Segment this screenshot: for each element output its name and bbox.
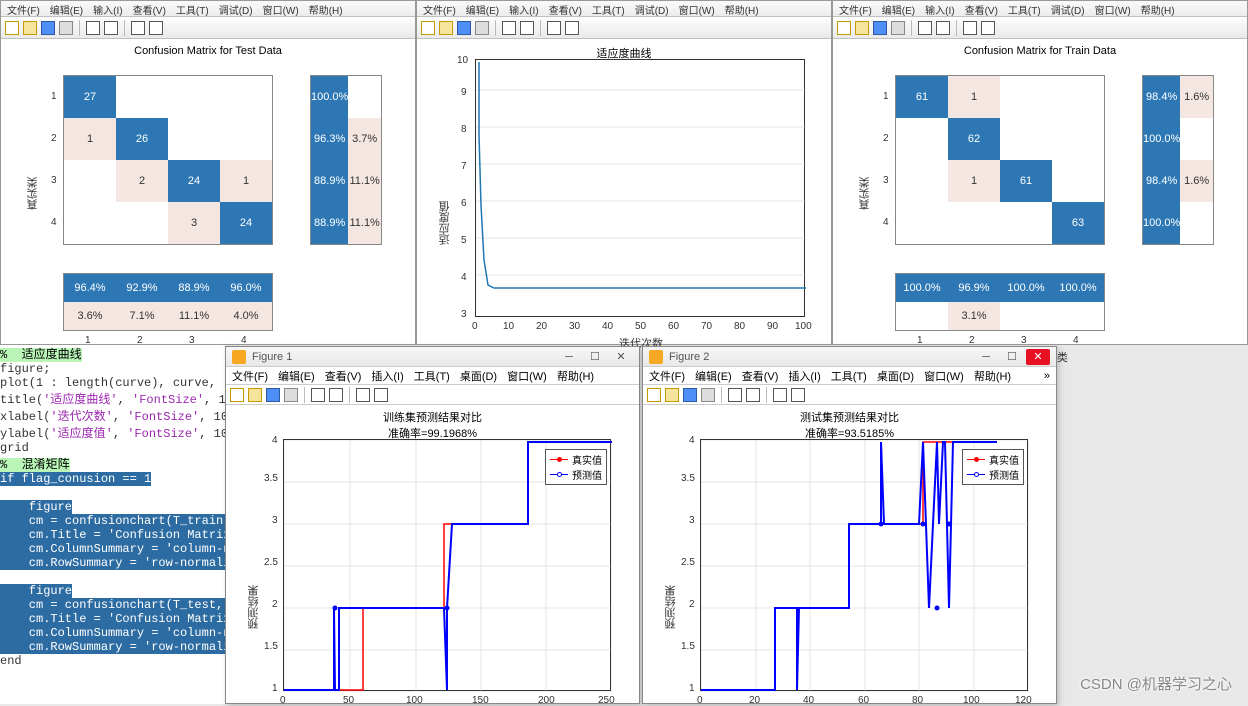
code-editor[interactable]: % 适应度曲线 figure; plot(1 : length(curve), … (0, 345, 225, 704)
matlab-icon (232, 350, 246, 364)
new-icon[interactable] (647, 388, 661, 402)
open-icon[interactable] (439, 21, 453, 35)
box-icon[interactable] (918, 21, 932, 35)
toolbar[interactable] (1, 17, 415, 39)
maximize-button[interactable]: ☐ (583, 349, 607, 365)
arrow-icon[interactable] (547, 21, 561, 35)
box-icon[interactable] (329, 388, 343, 402)
maximize-button[interactable]: ☐ (1000, 349, 1024, 365)
chart-title: 适应度曲线 (419, 41, 829, 61)
data-cursor-icon[interactable] (86, 21, 100, 35)
figure-toolbar[interactable] (226, 385, 639, 405)
toolbar[interactable] (417, 17, 831, 39)
new-icon[interactable] (837, 21, 851, 35)
print-icon[interactable] (475, 21, 489, 35)
box-icon[interactable] (104, 21, 118, 35)
save-icon[interactable] (683, 388, 697, 402)
print-icon[interactable] (59, 21, 73, 35)
toolbar[interactable] (833, 17, 1247, 39)
menubar[interactable]: 文件(F)编辑(E)输入(I)查看(V)工具(T)调试(D)窗口(W)帮助(H) (1, 1, 415, 17)
matlab-icon (649, 350, 663, 364)
box-icon[interactable] (149, 21, 163, 35)
box-icon[interactable] (502, 21, 516, 35)
box-icon[interactable] (746, 388, 760, 402)
open-icon[interactable] (248, 388, 262, 402)
arrow-icon[interactable] (963, 21, 977, 35)
panel-confusion-test: 文件(F)编辑(E)输入(I)查看(V)工具(T)调试(D)窗口(W)帮助(H)… (0, 0, 416, 345)
menubar[interactable]: 文件(F)编辑(E)输入(I)查看(V)工具(T)调试(D)窗口(W)帮助(H) (417, 1, 831, 17)
confusion-matrix-test: 27 126 2241 324 100.0% 96.3%3.7% 88.9%11… (3, 57, 413, 358)
watermark: CSDN @机器学习之心 (1080, 673, 1232, 694)
figure-toolbar[interactable] (643, 385, 1056, 405)
close-button[interactable]: ✕ (1026, 349, 1050, 365)
print-icon[interactable] (891, 21, 905, 35)
print-icon[interactable] (284, 388, 298, 402)
legend: 真实值 预测值 (962, 449, 1024, 485)
window-title: Figure 1 (252, 351, 292, 363)
panel-confusion-train: 文件(F)编辑(E)输入(I)查看(V)工具(T)调试(D)窗口(W)帮助(H)… (832, 0, 1248, 345)
new-icon[interactable] (230, 388, 244, 402)
arrow-icon[interactable] (773, 388, 787, 402)
box-icon[interactable] (311, 388, 325, 402)
window-titlebar[interactable]: Figure 1 ─ ☐ ✕ (226, 347, 639, 367)
box-icon[interactable] (374, 388, 388, 402)
arrow-icon[interactable] (356, 388, 370, 402)
confusion-matrix-train: 611 62 161 63 98.4%1.6% 100.0% 98.4%1.6%… (835, 57, 1245, 358)
box-icon[interactable] (981, 21, 995, 35)
legend: 真实值 预测值 (545, 449, 607, 485)
close-button[interactable]: ✕ (609, 349, 633, 365)
figure-menubar[interactable]: 文件(F)编辑(E)查看(V)插入(I)工具(T)桌面(D)窗口(W)帮助(H)… (643, 367, 1056, 385)
save-icon[interactable] (266, 388, 280, 402)
open-icon[interactable] (855, 21, 869, 35)
chart-title: Confusion Matrix for Train Data (835, 41, 1245, 57)
minimize-button[interactable]: ─ (557, 349, 581, 365)
save-icon[interactable] (41, 21, 55, 35)
print-icon[interactable] (701, 388, 715, 402)
save-icon[interactable] (873, 21, 887, 35)
save-icon[interactable] (457, 21, 471, 35)
box-icon[interactable] (728, 388, 742, 402)
new-icon[interactable] (421, 21, 435, 35)
box-icon[interactable] (520, 21, 534, 35)
figure-1-window[interactable]: Figure 1 ─ ☐ ✕ 文件(F)编辑(E)查看(V)插入(I)工具(T)… (225, 346, 640, 704)
figure-menubar[interactable]: 文件(F)编辑(E)查看(V)插入(I)工具(T)桌面(D)窗口(W)帮助(H) (226, 367, 639, 385)
open-icon[interactable] (23, 21, 37, 35)
minimize-button[interactable]: ─ (974, 349, 998, 365)
chart-title: 训练集预测结果对比 (228, 405, 637, 425)
box-icon[interactable] (791, 388, 805, 402)
chart-title: 测试集预测结果对比 (645, 405, 1054, 425)
new-icon[interactable] (5, 21, 19, 35)
panel-fitness-curve: 文件(F)编辑(E)输入(I)查看(V)工具(T)调试(D)窗口(W)帮助(H)… (416, 0, 832, 345)
line-chart (475, 59, 805, 317)
window-titlebar[interactable]: Figure 2 ─ ☐ ✕ (643, 347, 1056, 367)
chart-title: Confusion Matrix for Test Data (3, 41, 413, 57)
open-icon[interactable] (665, 388, 679, 402)
box-icon[interactable] (565, 21, 579, 35)
window-title: Figure 2 (669, 351, 709, 363)
figure-2-window[interactable]: Figure 2 ─ ☐ ✕ 文件(F)编辑(E)查看(V)插入(I)工具(T)… (642, 346, 1057, 704)
box-icon[interactable] (936, 21, 950, 35)
arrow-icon[interactable] (131, 21, 145, 35)
menubar[interactable]: 文件(F)编辑(E)输入(I)查看(V)工具(T)调试(D)窗口(W)帮助(H) (833, 1, 1247, 17)
